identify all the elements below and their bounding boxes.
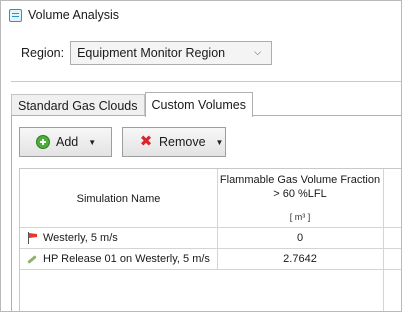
remove-icon: ✖ bbox=[139, 133, 153, 150]
row-simulation-name: HP Release 01 on Westerly, 5 m/s bbox=[43, 253, 210, 265]
caret-down-icon: ▼ bbox=[88, 137, 97, 147]
tab-standard-gas-clouds[interactable]: Standard Gas Clouds bbox=[11, 94, 145, 116]
column-divider bbox=[383, 169, 384, 311]
add-button-label: Add bbox=[56, 135, 79, 149]
region-label: Region: bbox=[21, 46, 65, 60]
title-bar: Volume Analysis bbox=[1, 1, 401, 29]
column-header-simulation-name[interactable]: Simulation Name bbox=[20, 193, 217, 205]
table-row[interactable]: Westerly, 5 m/s bbox=[26, 228, 118, 248]
remove-button-label: Remove bbox=[159, 135, 206, 149]
row-simulation-name: Westerly, 5 m/s bbox=[43, 232, 118, 244]
table-row[interactable]: HP Release 01 on Westerly, 5 m/s bbox=[26, 249, 210, 269]
table-window-icon bbox=[9, 8, 22, 22]
add-button[interactable]: Add ▼ bbox=[19, 127, 112, 157]
tab-custom-volumes[interactable]: Custom Volumes bbox=[144, 92, 253, 117]
tab-strip: Standard Gas Clouds Custom Volumes bbox=[11, 92, 253, 117]
region-dropdown[interactable]: Equipment Monitor Region ⌵ bbox=[70, 41, 273, 65]
divider bbox=[11, 81, 401, 82]
remove-button[interactable]: ✖ Remove ▼ bbox=[122, 127, 226, 157]
row-value: 0 bbox=[296, 232, 304, 244]
row-value: 2.7642 bbox=[283, 253, 317, 265]
window-title: Volume Analysis bbox=[28, 8, 120, 22]
volume-analysis-window: Volume Analysis Region: Equipment Monito… bbox=[0, 0, 402, 312]
volumes-table: Simulation Name Flammable Gas Volume Fra… bbox=[19, 168, 401, 311]
windsock-icon bbox=[26, 232, 38, 244]
caret-down-icon: ▼ bbox=[215, 137, 224, 147]
column-unit-label: [ m³ ] bbox=[289, 212, 311, 222]
column-header-volume-fraction[interactable]: Flammable Gas Volume Fraction > 60 %LFL bbox=[217, 173, 383, 201]
region-selected-value: Equipment Monitor Region bbox=[77, 46, 226, 60]
release-icon bbox=[26, 253, 38, 265]
region-row: Region: Equipment Monitor Region ⌵ bbox=[21, 41, 273, 65]
add-icon bbox=[36, 135, 50, 149]
chevron-down-icon: ⌵ bbox=[254, 47, 262, 57]
row-divider bbox=[20, 269, 401, 270]
